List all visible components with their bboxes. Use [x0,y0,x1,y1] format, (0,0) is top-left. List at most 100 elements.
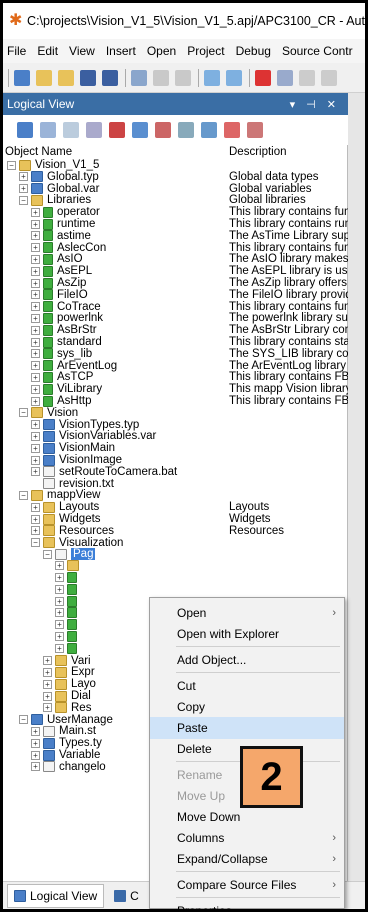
panel-tool-icon[interactable] [63,122,79,138]
expand-icon[interactable]: + [31,266,40,276]
expand-icon[interactable]: + [31,372,40,382]
expand-icon[interactable]: + [31,431,40,441]
tree-row[interactable]: + VisionImage [3,454,348,466]
column-description[interactable]: Description [228,145,287,159]
save-all-icon[interactable] [102,69,118,86]
tree-row[interactable]: + CoTrace This library contains func [3,301,348,313]
expand-icon[interactable]: + [31,231,40,241]
menu-item-paste[interactable]: Paste [150,717,344,739]
menu-item-compare-source-files[interactable]: Compare Source Files › [150,874,344,896]
panel-tool-icon[interactable] [201,122,217,138]
panel-window-controls[interactable]: ▾ ⊣ ✕ [290,98,340,111]
tree-row[interactable]: + [3,572,348,584]
panel-tool-icon[interactable] [132,122,148,138]
expand-icon[interactable]: + [55,561,64,571]
tree-row[interactable]: − Vision_V1_5 [3,159,348,171]
menu-item-move-down[interactable]: Move Down [150,806,344,828]
tree-row[interactable]: + standard This library contains sta [3,336,348,348]
delete-icon[interactable] [255,69,271,86]
panel-tool-icon[interactable] [224,122,240,138]
expand-icon[interactable]: + [43,656,52,666]
tree-row[interactable]: + ArEventLog The ArEventLog library [3,360,348,372]
expand-icon[interactable]: + [55,573,64,582]
tree-row[interactable]: revision.txt [3,478,348,490]
tab-configuration-view[interactable]: C [108,884,145,908]
tree-row[interactable]: + FileIO The FileIO library provid [3,289,348,301]
tree-row[interactable]: + Global.typ Global data types [3,171,348,183]
expand-icon[interactable]: + [55,643,64,653]
tree-row[interactable]: − Pag [3,548,348,561]
redo-icon[interactable] [226,69,242,86]
tree-row[interactable]: + astime The AsTime Library sup [3,230,348,242]
panel-tool-icon[interactable] [155,122,171,138]
paste-icon[interactable] [175,69,191,86]
tree-row[interactable]: + [3,560,348,572]
tree-row[interactable]: + operator This library contains func [3,206,348,218]
expand-icon[interactable]: + [31,207,40,217]
menu-insert[interactable]: Insert [106,44,136,58]
expand-icon[interactable]: + [19,184,28,194]
expand-icon[interactable]: + [31,420,40,430]
undo-icon[interactable] [204,69,220,86]
expand-icon[interactable]: + [31,396,40,406]
tree-row[interactable]: + Layouts Layouts [3,501,348,513]
menu-item-copy[interactable]: Copy [150,696,344,718]
menu-item-properties[interactable]: Properties... [150,900,344,909]
expand-icon[interactable]: + [31,254,40,264]
column-object-name[interactable]: Object Name [3,145,228,159]
expand-icon[interactable]: + [31,526,40,536]
collapse-icon[interactable]: − [43,549,52,559]
expand-icon[interactable]: + [31,443,40,453]
collapse-icon[interactable]: − [19,408,28,418]
expand-icon[interactable]: + [43,679,52,689]
expand-icon[interactable]: + [31,219,40,229]
properties-icon[interactable] [277,69,293,86]
menu-view[interactable]: View [69,44,95,58]
expand-icon[interactable]: + [19,172,28,182]
tree-row[interactable]: + VisionTypes.typ [3,419,348,431]
save-icon[interactable] [80,69,96,86]
expand-icon[interactable]: + [31,514,40,524]
collapse-icon[interactable]: − [7,160,16,170]
expand-icon[interactable]: + [55,596,64,606]
menu-item-columns[interactable]: Columns › [150,827,344,849]
expand-icon[interactable]: + [43,703,52,713]
open-folder-icon[interactable] [58,69,74,86]
tree-row[interactable]: + VisionMain [3,442,348,454]
panel-tool-icon[interactable] [247,122,263,138]
menu-source-control[interactable]: Source Contr [282,44,353,58]
expand-icon[interactable]: + [31,467,40,477]
menu-open[interactable]: Open [147,44,176,58]
tree-row[interactable]: + Global.var Global variables [3,183,348,195]
expand-icon[interactable]: + [31,502,40,512]
expand-icon[interactable]: + [31,313,40,323]
tree-row[interactable]: − Vision [3,407,348,419]
tree-row[interactable]: + AsIO The AsIO library makes [3,253,348,265]
tree-row[interactable]: + powerlnk The powerlnk library sup [3,312,348,324]
misc-tool-icon[interactable] [299,69,315,86]
menu-project[interactable]: Project [187,44,224,58]
expand-icon[interactable]: + [31,290,40,300]
collapse-icon[interactable]: − [19,195,28,205]
tree-row[interactable]: + AsHttp This library contains FBI [3,395,348,407]
menu-item-add-object[interactable]: Add Object... [150,649,344,671]
menu-item-cut[interactable]: Cut [150,675,344,697]
expand-icon[interactable]: + [55,620,64,630]
panel-tool-icon[interactable] [86,122,102,138]
expand-icon[interactable]: + [31,349,40,359]
expand-icon[interactable]: + [31,361,40,371]
expand-icon[interactable]: + [31,243,40,253]
expand-icon[interactable]: + [31,750,40,760]
expand-icon[interactable]: + [31,325,40,335]
tree-row[interactable]: + sys_lib The SYS_LIB library cor [3,348,348,360]
tree-row[interactable]: + ViLibrary This mapp Vision library [3,383,348,395]
tree-row[interactable]: + AsTCP This library contains FBI [3,371,348,383]
menu-item-open[interactable]: Open › [150,602,344,624]
tree-row[interactable]: + VisionVariables.var [3,430,348,442]
expand-icon[interactable]: + [31,337,40,347]
new-project-icon[interactable] [14,69,30,86]
tree-row[interactable]: + AsEPL The AsEPL library is use [3,265,348,277]
tree-row[interactable]: + AsBrStr The AsBrStr Library con [3,324,348,336]
cut-icon[interactable] [131,69,147,86]
menu-edit[interactable]: Edit [37,44,58,58]
